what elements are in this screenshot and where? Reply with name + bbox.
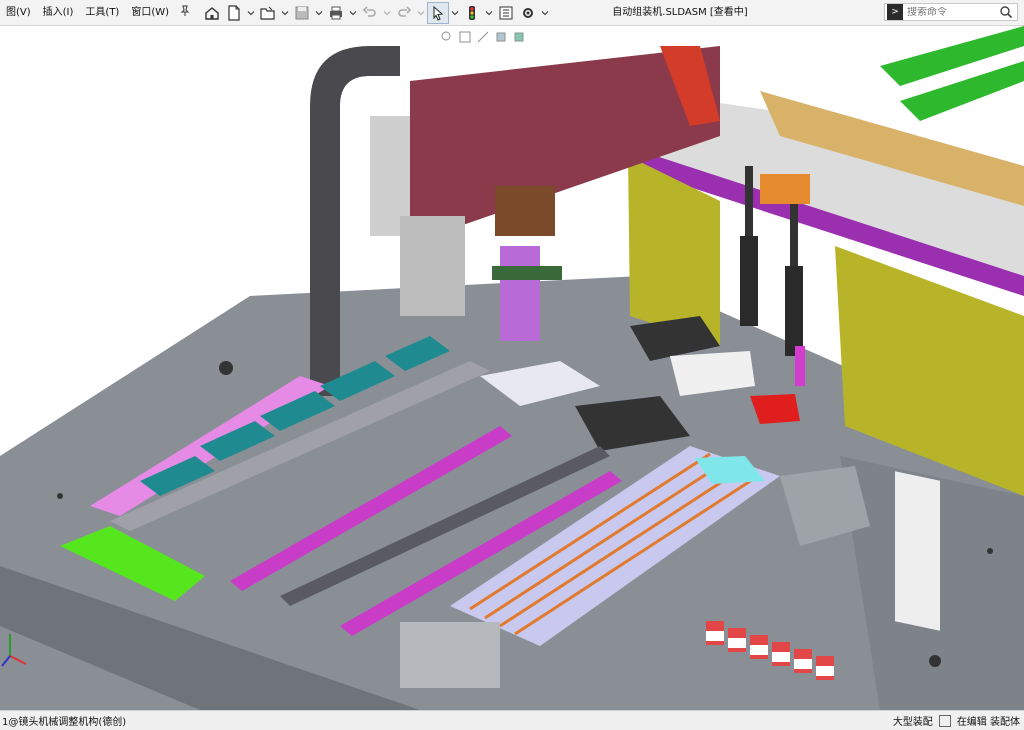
orange-clamp xyxy=(760,174,810,204)
menu-bar: 图(V) 插入(I) 工具(T) 窗口(W) xyxy=(0,0,195,25)
chevron-down-icon[interactable] xyxy=(415,2,427,24)
open-icon[interactable] xyxy=(257,2,279,24)
command-prompt-icon: > xyxy=(887,4,903,20)
terminal-cap xyxy=(794,659,812,669)
status-bar: 1@镜头机械调整机构(德创) 大型装配 在编辑 装配体 xyxy=(0,710,1024,730)
new-document-icon[interactable] xyxy=(223,2,245,24)
standard-toolbar xyxy=(201,0,551,25)
menu-insert[interactable]: 插入(I) xyxy=(37,0,80,25)
display-style-icon[interactable] xyxy=(512,30,526,44)
options-gear-icon[interactable] xyxy=(517,2,539,24)
menu-window[interactable]: 窗口(W) xyxy=(125,0,175,25)
terminal-cap xyxy=(750,645,768,655)
search-input[interactable] xyxy=(905,6,999,18)
traffic-light-icon[interactable] xyxy=(461,2,483,24)
status-right: 大型装配 在编辑 装配体 xyxy=(893,711,1020,730)
cylinder-rod xyxy=(745,166,753,236)
search-icon[interactable] xyxy=(999,5,1013,19)
mount-hole xyxy=(929,655,941,667)
status-selection: 1@镜头机械调整机构(德创) xyxy=(2,717,127,728)
section-view-icon[interactable] xyxy=(476,30,490,44)
magenta-rod xyxy=(795,346,805,386)
chevron-down-icon[interactable] xyxy=(539,2,551,24)
zoom-area-icon[interactable] xyxy=(458,30,472,44)
redo-icon[interactable] xyxy=(393,2,415,24)
view-orientation-icon[interactable] xyxy=(494,30,508,44)
title-bar: 图(V) 插入(I) 工具(T) 窗口(W) 自动组装机.SLDASM [查看中… xyxy=(0,0,1024,26)
terminal-cap xyxy=(816,666,834,676)
chevron-down-icon[interactable] xyxy=(279,2,291,24)
assembly-mode-label[interactable]: 大型装配 xyxy=(893,713,933,728)
units-icon[interactable] xyxy=(938,714,951,727)
green-ring xyxy=(492,266,562,280)
pick-head-purple xyxy=(500,246,540,341)
pin-icon[interactable] xyxy=(175,5,195,20)
save-icon[interactable] xyxy=(291,2,313,24)
assembly-model[interactable] xyxy=(0,26,1024,710)
drive-base xyxy=(400,622,500,688)
cylinder xyxy=(740,236,758,326)
terminal-cap xyxy=(728,638,746,648)
mount-hole xyxy=(219,361,233,375)
home-icon[interactable] xyxy=(201,2,223,24)
graphics-viewport[interactable] xyxy=(0,26,1024,710)
cylinder-rod xyxy=(790,201,798,266)
file-properties-icon[interactable] xyxy=(495,2,517,24)
frame-window xyxy=(895,471,940,631)
menu-tools[interactable]: 工具(T) xyxy=(79,0,125,25)
heads-up-view-toolbar xyxy=(440,26,526,48)
chevron-down-icon[interactable] xyxy=(347,2,359,24)
chevron-down-icon[interactable] xyxy=(449,2,461,24)
mount-hole xyxy=(57,493,63,499)
chevron-down-icon[interactable] xyxy=(245,2,257,24)
cylinder-body xyxy=(400,216,465,316)
terminal-cap xyxy=(772,652,790,662)
undo-icon[interactable] xyxy=(359,2,381,24)
editing-label: 在编辑 装配体 xyxy=(956,717,1020,728)
chevron-down-icon[interactable] xyxy=(381,2,393,24)
pick-head xyxy=(495,186,555,236)
menu-view[interactable]: 图(V) xyxy=(0,0,37,25)
chevron-down-icon[interactable] xyxy=(483,2,495,24)
zoom-to-fit-icon[interactable] xyxy=(440,30,454,44)
select-arrow-icon[interactable] xyxy=(427,1,450,24)
search-box[interactable]: > xyxy=(884,3,1018,21)
cylinder xyxy=(785,266,803,356)
chevron-down-icon[interactable] xyxy=(313,2,325,24)
terminal-cap xyxy=(706,631,724,641)
document-title: 自动组装机.SLDASM [查看中] xyxy=(612,7,748,18)
mount-hole xyxy=(987,548,993,554)
print-icon[interactable] xyxy=(325,2,347,24)
